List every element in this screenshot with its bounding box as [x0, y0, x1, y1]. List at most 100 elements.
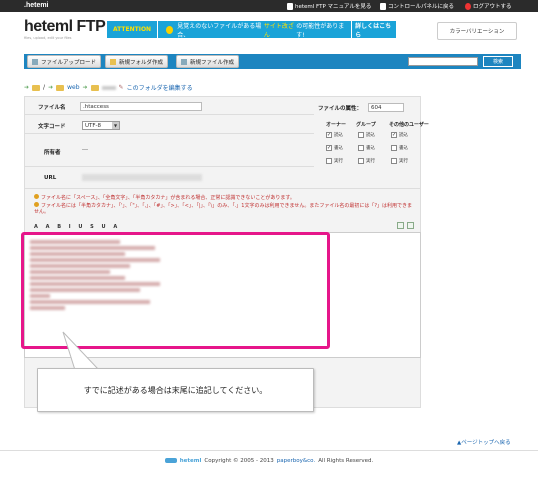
upload-button[interactable]: ファイルアップロード	[27, 55, 102, 68]
perm-label: 読込	[366, 133, 375, 138]
checkbox-unchecked[interactable]	[391, 158, 397, 164]
footer-company-link[interactable]: paperboy&co.	[277, 458, 315, 464]
warning-line: ファイル名には「半角カタカナ」、「'」、「"」、「,」、「#」、「>」、「<」、…	[34, 201, 412, 215]
folder-icon	[110, 58, 116, 65]
perm-label: 実行	[334, 159, 343, 164]
attention-highlight: サイト改ざん	[263, 22, 294, 39]
divider	[24, 166, 314, 167]
chevron-down-icon: ▼	[112, 122, 119, 129]
edit-folder-link[interactable]: このフォルダを編集する	[127, 83, 193, 92]
perm-checkbox[interactable]: 読込	[358, 132, 375, 138]
perm-checkbox[interactable]: ✓ 書込	[326, 145, 343, 151]
app-subtitle: files, upload, edit your files	[24, 36, 72, 40]
checkbox-unchecked[interactable]	[358, 145, 364, 151]
divider	[24, 114, 314, 115]
perm-label: 読込	[334, 133, 343, 138]
encoding-label: 文字コード	[38, 124, 66, 130]
file-icon	[181, 58, 187, 65]
attention-details-link[interactable]: 詳しくはこちら	[351, 19, 398, 40]
arrow-icon: ➜	[82, 84, 88, 91]
checkbox-unchecked[interactable]	[358, 158, 364, 164]
breadcrumb-web[interactable]: web	[67, 84, 79, 91]
url-value-blurred	[82, 174, 202, 181]
callout-pointer	[62, 331, 101, 371]
arrow-icon: ➜	[48, 84, 54, 91]
breadcrumb-root[interactable]: /	[43, 84, 45, 91]
encoding-select[interactable]: UTF-8 ▼	[82, 121, 120, 130]
perm-checkbox[interactable]: 書込	[358, 145, 375, 151]
perm-header-group: グループ	[356, 122, 376, 128]
heteml-logo[interactable]: .hetemi	[24, 2, 49, 9]
warning-notes: ファイル名に「スペース」、「全角文字」、「半角カタカナ」が含まれる場合、正常に認…	[34, 194, 414, 216]
pencil-icon: ✎	[118, 84, 124, 91]
warning-icon	[34, 201, 39, 207]
perm-label: 読込	[399, 133, 408, 138]
attention-text-2: の可能性があります!	[296, 22, 345, 39]
permission-input[interactable]: 604	[368, 103, 404, 112]
logout-icon	[465, 2, 471, 10]
perm-label: 実行	[366, 159, 375, 164]
divider	[24, 133, 314, 134]
app-title: heteml FTP	[24, 18, 106, 35]
callout-text: すでに記述がある場合は末尾に追記してください。	[83, 385, 268, 395]
owner-label: 所有者	[44, 150, 61, 156]
editor-icons	[397, 222, 414, 229]
breadcrumb: ➜ / ➜ web ➜ ✎ このフォルダを編集する	[24, 83, 193, 92]
arrow-icon: ➜	[24, 84, 30, 91]
color-variation-button[interactable]: カラーバリエーション	[437, 22, 517, 40]
attention-text: 見覚えのないファイルがある場合、	[177, 22, 262, 39]
format-toolbar[interactable]: A A B I U S U A	[34, 224, 120, 230]
checkbox-checked[interactable]: ✓	[326, 132, 332, 138]
folder-icon	[56, 84, 65, 91]
heteml-footer-logo	[164, 458, 177, 463]
footer-brand: heteml	[179, 457, 202, 464]
divider	[24, 188, 421, 189]
new-folder-button[interactable]: 新規フォルダ作成	[105, 55, 169, 68]
warning-line: ファイル名に「スペース」、「全角文字」、「半角カタカナ」が含まれる場合、正常に認…	[34, 194, 414, 202]
footer: heteml Copyright © 2005 - 2013 paperboy&…	[0, 450, 538, 470]
perm-checkbox[interactable]: 実行	[326, 158, 343, 164]
perm-header-owner: オーナー	[326, 122, 347, 128]
filename-label: ファイル名	[38, 105, 66, 111]
search-button[interactable]: 検索	[483, 56, 513, 67]
footer-rights: All Rights Reserved.	[318, 457, 374, 464]
shrink-icon[interactable]	[407, 222, 414, 229]
document-icon	[380, 2, 386, 10]
checkbox-checked[interactable]: ✓	[326, 145, 332, 151]
permission-label: ファイルの属性：	[318, 106, 363, 112]
expand-icon[interactable]	[397, 222, 404, 229]
new-file-button[interactable]: 新規ファイル作成	[176, 55, 240, 68]
warning-icon	[34, 194, 39, 199]
search-input[interactable]	[408, 57, 478, 66]
checkbox-checked[interactable]: ✓	[391, 132, 397, 138]
control-panel-link[interactable]: コントロールパネルに戻る	[380, 2, 454, 10]
folder-icon	[90, 84, 99, 91]
owner-value: ---	[82, 147, 88, 153]
page-top-link[interactable]: ▲ページトップへ戻る	[457, 438, 511, 446]
document-icon	[287, 2, 293, 10]
top-bar	[0, 0, 538, 12]
perm-label: 書込	[366, 146, 375, 151]
manual-link[interactable]: heteml FTP マニュアルを見る	[287, 2, 371, 10]
logout-link[interactable]: ログアウトする	[465, 2, 512, 10]
checkbox-unchecked[interactable]	[326, 158, 332, 164]
folder-icon	[32, 84, 41, 91]
blurred-folder-name	[101, 85, 116, 90]
perm-checkbox[interactable]: 実行	[391, 158, 408, 164]
perm-checkbox[interactable]: ✓ 読込	[326, 132, 343, 138]
attention-banner: ATTENTION 見覚えのないファイルがある場合、 サイト改ざん の可能性があ…	[107, 19, 398, 40]
footer-copyright: Copyright © 2005 - 2013	[204, 457, 274, 464]
url-label: URL	[44, 175, 57, 181]
perm-checkbox[interactable]: 書込	[391, 145, 408, 151]
attention-label: ATTENTION	[107, 21, 159, 38]
checkbox-unchecked[interactable]	[391, 145, 397, 151]
filename-input[interactable]: .htaccess	[80, 102, 202, 111]
warning-icon	[166, 25, 174, 34]
callout-box: すでに記述がある場合は末尾に追記してください。	[37, 368, 314, 412]
perm-label: 書込	[334, 146, 343, 151]
perm-checkbox[interactable]: 実行	[358, 158, 375, 164]
perm-checkbox[interactable]: ✓ 読込	[391, 132, 408, 138]
perm-header-other: その他のユーザー	[389, 122, 429, 128]
checkbox-unchecked[interactable]	[358, 132, 364, 138]
upload-icon	[32, 58, 38, 65]
